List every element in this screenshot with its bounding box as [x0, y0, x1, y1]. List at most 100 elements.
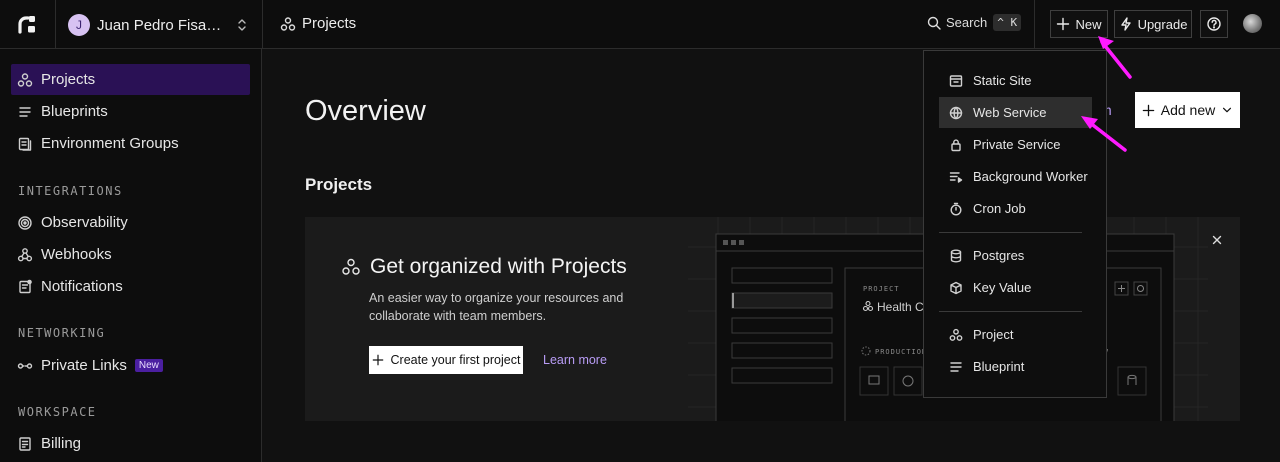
- menu-item-postgres[interactable]: Postgres: [939, 240, 1092, 271]
- workspace-avatar: J: [68, 14, 90, 36]
- database-icon: [950, 249, 962, 262]
- topbar-divider: [1034, 0, 1035, 49]
- private-links-icon: [17, 362, 33, 369]
- menu-item-blueprint[interactable]: Blueprint: [939, 351, 1092, 382]
- sidebar-item-label: Private Links: [41, 357, 127, 374]
- projects-section-title: Projects: [305, 175, 373, 194]
- sidebar-item-billing[interactable]: Billing: [11, 428, 250, 459]
- sidebar-item-label: Billing: [41, 435, 82, 452]
- menu-item-web-service[interactable]: Web Service: [939, 97, 1092, 128]
- sidebar-item-private-links[interactable]: Private Links New: [11, 350, 250, 381]
- sidebar-item-label: Blueprints: [41, 103, 108, 120]
- sidebar-item-label: Notifications: [41, 278, 123, 295]
- sidebar-item-projects[interactable]: Projects: [11, 64, 250, 95]
- card-heading-text: Get organized with Projects: [370, 255, 627, 278]
- user-avatar[interactable]: [1243, 14, 1262, 33]
- plus-icon: [1142, 104, 1155, 116]
- sidebar-item-label: Projects: [41, 71, 96, 88]
- lightning-icon: [1120, 17, 1131, 31]
- worker-icon: [949, 171, 963, 183]
- sidebar: Projects Blueprints Environment Groups I…: [0, 49, 262, 462]
- sidebar-item-observability[interactable]: Observability: [11, 207, 250, 238]
- chevron-down-icon: [1223, 107, 1232, 113]
- chevron-updown-icon: [238, 19, 246, 31]
- card-heading: Get organized with Projects: [341, 255, 627, 279]
- workspace-name: Juan Pedro Fisanotti: [97, 16, 225, 34]
- menu-item-label: Project: [973, 327, 1014, 342]
- add-new-label: Add new: [1160, 102, 1216, 118]
- menu-item-private-service[interactable]: Private Service: [939, 129, 1092, 160]
- menu-item-label: Web Service: [973, 105, 1047, 120]
- learn-more-link[interactable]: Learn more: [543, 353, 607, 367]
- create-first-project-button[interactable]: Create your first project: [369, 346, 523, 374]
- plus-icon: [372, 354, 383, 366]
- menu-item-label: Cron Job: [973, 201, 1026, 216]
- sidebar-item-notifications[interactable]: Notifications: [11, 271, 250, 302]
- breadcrumb[interactable]: Projects: [280, 15, 356, 32]
- main-content: Overview m Add new Projects PROJ: [262, 49, 1280, 462]
- section-label-integrations: INTEGRATIONS: [18, 184, 123, 198]
- sidebar-item-label: Environment Groups: [41, 135, 179, 152]
- upgrade-button-label: Upgrade: [1137, 16, 1188, 32]
- topbar-divider: [55, 0, 56, 49]
- menu-item-label: Blueprint: [973, 359, 1025, 374]
- page-title: Overview: [305, 95, 426, 127]
- breadcrumb-label: Projects: [302, 15, 357, 32]
- menu-item-label: Background Worker: [973, 169, 1088, 184]
- sidebar-item-blueprints[interactable]: Blueprints: [11, 96, 250, 127]
- section-label-workspace: WORKSPACE: [18, 405, 97, 419]
- close-icon[interactable]: [1210, 233, 1224, 247]
- projects-icon: [280, 16, 296, 31]
- new-resource-menu: Static Site Web Service Private Service …: [923, 50, 1107, 398]
- menu-item-static-site[interactable]: Static Site: [939, 65, 1092, 96]
- menu-item-label: Key Value: [973, 280, 1032, 295]
- illustration-project-name: Health C: [877, 300, 924, 314]
- help-icon: [1207, 17, 1221, 31]
- create-first-project-label: Create your first project: [390, 353, 521, 367]
- upgrade-button[interactable]: Upgrade: [1114, 10, 1192, 38]
- new-button[interactable]: New: [1050, 10, 1108, 38]
- menu-item-label: Static Site: [973, 73, 1032, 88]
- static-site-icon: [949, 74, 963, 87]
- sidebar-item-label: Webhooks: [41, 246, 112, 263]
- new-badge: New: [134, 359, 163, 372]
- globe-icon: [949, 106, 963, 119]
- illustration-env-label: PRODUCTION: [875, 348, 927, 356]
- render-logo-icon[interactable]: [14, 12, 40, 38]
- billing-icon: [19, 436, 31, 451]
- sidebar-item-environment-groups[interactable]: Environment Groups: [11, 128, 250, 159]
- help-button[interactable]: [1200, 10, 1228, 38]
- plus-icon: [1057, 17, 1070, 31]
- section-label-networking: NETWORKING: [18, 326, 106, 340]
- key-icon: [950, 281, 962, 294]
- blueprint-icon: [950, 361, 962, 372]
- sidebar-item-label: Observability: [41, 214, 128, 231]
- menu-item-project[interactable]: Project: [939, 319, 1092, 350]
- projects-icon: [17, 72, 33, 87]
- blueprint-icon: [19, 106, 31, 117]
- new-button-label: New: [1075, 16, 1102, 32]
- lock-icon: [951, 138, 961, 151]
- menu-separator: [939, 232, 1082, 233]
- search-icon: [927, 16, 941, 30]
- add-new-button[interactable]: Add new: [1135, 92, 1240, 128]
- search-button[interactable]: Search ^ K: [927, 14, 1022, 31]
- menu-item-label: Private Service: [973, 137, 1061, 152]
- menu-item-key-value[interactable]: Key Value: [939, 272, 1092, 303]
- projects-icon: [949, 328, 963, 341]
- menu-item-label: Postgres: [973, 248, 1025, 263]
- menu-separator: [939, 311, 1082, 312]
- env-groups-icon: [18, 137, 32, 151]
- sidebar-item-webhooks[interactable]: Webhooks: [11, 239, 250, 270]
- workspace-switcher[interactable]: J Juan Pedro Fisanotti: [68, 13, 249, 37]
- search-shortcut: ^ K: [993, 14, 1022, 31]
- search-label: Search: [946, 15, 988, 30]
- menu-item-cron-job[interactable]: Cron Job: [939, 193, 1092, 224]
- stopwatch-icon: [950, 202, 962, 216]
- projects-icon: [342, 258, 360, 275]
- menu-item-background-worker[interactable]: Background Worker: [939, 161, 1092, 192]
- card-description: An easier way to organize your resources…: [369, 291, 624, 323]
- observability-icon: [18, 215, 32, 230]
- notifications-icon: [19, 279, 32, 293]
- illustration-project-label: PROJECT: [863, 285, 900, 293]
